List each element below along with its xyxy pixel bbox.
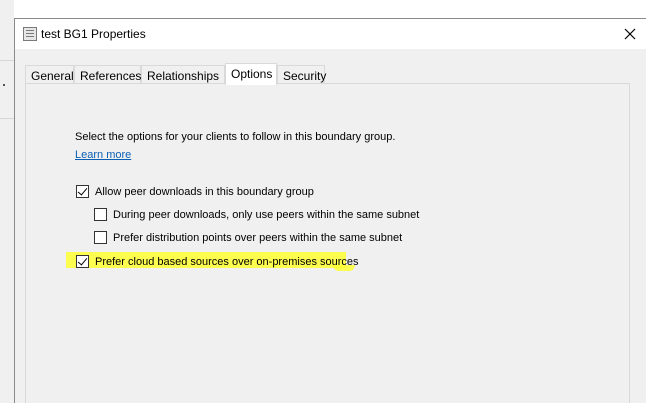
properties-icon (23, 27, 37, 41)
background-mark (3, 84, 5, 86)
prefer-distribution-points-label: Prefer distribution points over peers wi… (113, 231, 403, 244)
tab-security[interactable]: Security (277, 65, 326, 84)
background-divider (0, 60, 14, 61)
prefer-cloud-sources-option[interactable]: Prefer cloud based sources over on-premi… (76, 255, 359, 268)
prefer-cloud-sources-label: Prefer cloud based sources over on-premi… (95, 255, 359, 268)
tab-general[interactable]: General (25, 65, 74, 84)
prefer-distribution-points-checkbox[interactable] (94, 231, 107, 244)
close-icon (624, 28, 636, 40)
close-button[interactable] (615, 19, 645, 49)
prefer-distribution-points-option[interactable]: Prefer distribution points over peers wi… (94, 231, 402, 244)
allow-peer-downloads-option[interactable]: Allow peer downloads in this boundary gr… (76, 185, 314, 198)
background-application (0, 0, 14, 403)
same-subnet-peers-checkbox[interactable] (94, 208, 107, 221)
tab-relationships[interactable]: Relationships (141, 65, 225, 84)
tab-options[interactable]: Options (225, 63, 277, 85)
window-title: test BG1 Properties (41, 27, 146, 41)
tab-references[interactable]: References (74, 65, 141, 84)
prefer-cloud-sources-checkbox[interactable] (76, 255, 89, 268)
title-bar[interactable]: test BG1 Properties (15, 19, 646, 49)
allow-peer-downloads-checkbox[interactable] (76, 185, 89, 198)
allow-peer-downloads-label: Allow peer downloads in this boundary gr… (95, 185, 314, 198)
options-description: Select the options for your clients to f… (75, 131, 396, 143)
same-subnet-peers-label: During peer downloads, only use peers wi… (113, 208, 420, 221)
properties-dialog: test BG1 Properties General References R… (14, 18, 646, 403)
background-divider (0, 118, 14, 119)
learn-more-link[interactable]: Learn more (75, 149, 131, 161)
same-subnet-peers-option[interactable]: During peer downloads, only use peers wi… (94, 208, 419, 221)
